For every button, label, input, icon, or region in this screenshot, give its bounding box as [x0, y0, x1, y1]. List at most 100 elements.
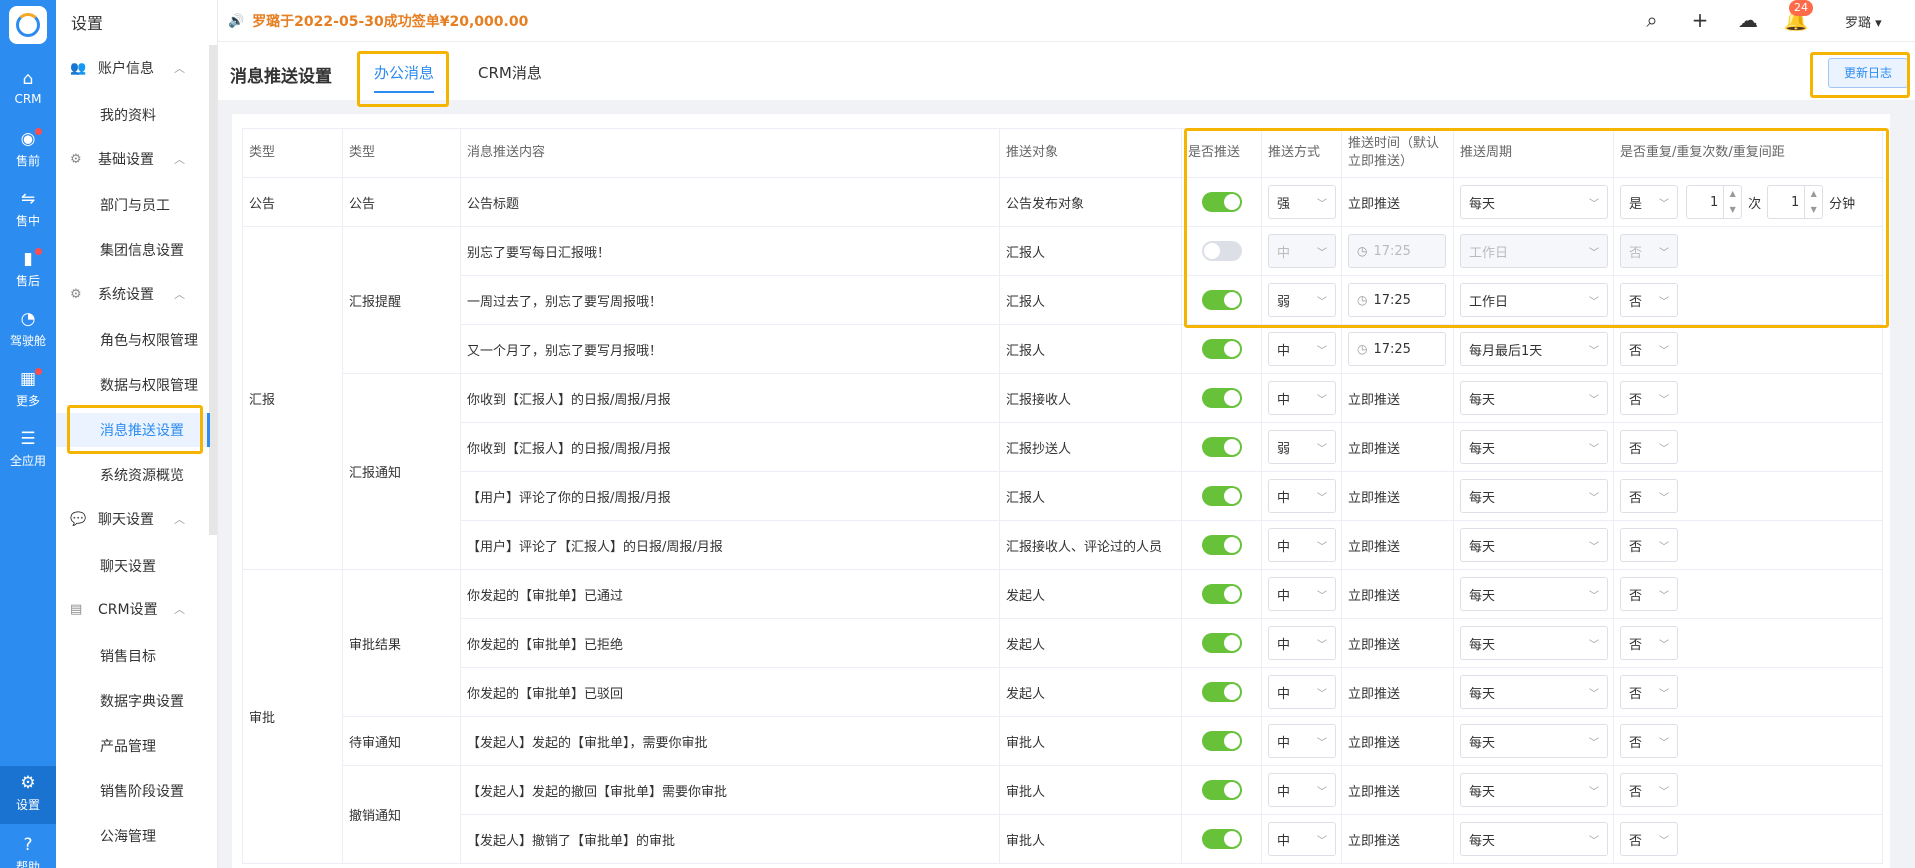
sidebar-group-crm[interactable]: ▤ CRM设置 ︿	[56, 592, 210, 626]
push-mode-select[interactable]: 中 ﹀	[1268, 773, 1336, 807]
update-log-button[interactable]: 更新日志	[1828, 58, 1908, 88]
push-cycle-select[interactable]: 每天 ﹀	[1460, 626, 1608, 660]
push-mode-select[interactable]: 中 ﹀	[1268, 528, 1336, 562]
sidebar-item-sales-target[interactable]: 销售目标	[56, 639, 210, 673]
rail-item-aftersale[interactable]: ▮ 售后	[0, 242, 56, 300]
push-mode-select[interactable]: 中 ﹀	[1268, 381, 1336, 415]
push-toggle[interactable]	[1201, 682, 1242, 702]
push-cycle-select[interactable]: 工作日 ﹀	[1460, 234, 1608, 268]
push-time-picker[interactable]: ◷ 17:25	[1348, 332, 1446, 366]
sidebar-group-basic[interactable]: ⚙ 基础设置 ︿	[56, 142, 210, 176]
push-cycle-select[interactable]: 每天 ﹀	[1460, 479, 1608, 513]
push-mode-select[interactable]: 弱 ﹀	[1268, 283, 1336, 317]
push-toggle[interactable]	[1201, 731, 1242, 751]
repeat-select[interactable]: 否 ﹀	[1620, 332, 1678, 366]
push-mode-select[interactable]: 弱 ﹀	[1268, 430, 1336, 464]
push-cycle-select[interactable]: 每月最后1天 ﹀	[1460, 332, 1608, 366]
push-toggle[interactable]	[1201, 241, 1242, 261]
sidebar-item-profile[interactable]: 我的资料	[56, 98, 210, 132]
rail-item-cockpit[interactable]: ◔ 驾驶舱	[0, 302, 56, 360]
rail-item-all-apps[interactable]: ☰ 全应用	[0, 422, 56, 480]
rail-item-settings[interactable]: ⚙ 设置	[0, 766, 56, 824]
repeat-count-stepper[interactable]: 1 ▲ ▼	[1686, 185, 1743, 219]
sidebar-item-chat-settings[interactable]: 聊天设置	[56, 549, 210, 583]
deal-notice[interactable]: 🔊 罗璐于2022-05-30成功签单¥20,000.00	[228, 11, 528, 31]
push-time-picker[interactable]: ◷ 17:25	[1348, 234, 1446, 268]
repeat-select[interactable]: 否 ﹀	[1620, 528, 1678, 562]
push-cycle-select[interactable]: 每天 ﹀	[1460, 724, 1608, 758]
push-cycle-select[interactable]: 每天 ﹀	[1460, 822, 1608, 856]
repeat-select[interactable]: 否 ﹀	[1620, 430, 1678, 464]
sidebar-item-group-info[interactable]: 集团信息设置	[56, 233, 210, 267]
rail-item-help[interactable]: ? 帮助	[0, 830, 56, 868]
push-toggle[interactable]	[1201, 780, 1242, 800]
repeat-select[interactable]: 否 ﹀	[1620, 675, 1678, 709]
stepper-arrows-icon[interactable]: ▲ ▼	[1804, 186, 1822, 218]
push-cycle-select[interactable]: 每天 ﹀	[1460, 528, 1608, 562]
rail-item-crm[interactable]: ⌂ CRM	[0, 62, 56, 120]
user-menu[interactable]: 罗璐 ▾	[1845, 12, 1882, 31]
push-mode-select[interactable]: 中 ﹀	[1268, 822, 1336, 856]
tab-crm-messages[interactable]: CRM消息	[478, 62, 542, 83]
push-cycle-select[interactable]: 工作日 ﹀	[1460, 283, 1608, 317]
push-toggle[interactable]	[1201, 535, 1242, 555]
repeat-select[interactable]: 否 ﹀	[1620, 479, 1678, 513]
push-mode-select[interactable]: 强 ﹀	[1268, 185, 1336, 219]
sidebar-group-chat[interactable]: 💬 聊天设置 ︿	[56, 502, 210, 536]
repeat-select[interactable]: 是 ﹀	[1620, 185, 1678, 219]
sidebar-group-system[interactable]: ⚙ 系统设置 ︿	[56, 277, 210, 311]
push-time-picker[interactable]: ◷ 17:25	[1348, 283, 1446, 317]
plus-icon[interactable]: +	[1686, 6, 1714, 34]
repeat-select[interactable]: 否 ﹀	[1620, 577, 1678, 611]
push-cycle-select[interactable]: 每天 ﹀	[1460, 577, 1608, 611]
app-logo[interactable]	[9, 6, 47, 44]
push-toggle[interactable]	[1201, 388, 1242, 408]
rail-item-insale[interactable]: ⇋ 售中	[0, 182, 56, 240]
sidebar-item-data-permissions[interactable]: 数据与权限管理	[56, 368, 210, 402]
repeat-select[interactable]: 否 ﹀	[1620, 626, 1678, 660]
push-mode-select[interactable]: 中 ﹀	[1268, 626, 1336, 660]
repeat-interval-stepper[interactable]: 1 ▲ ▼	[1767, 185, 1824, 219]
sidebar-group-account[interactable]: 👥 账户信息 ︿	[56, 51, 210, 85]
sidebar-item-roles[interactable]: 角色与权限管理	[56, 323, 210, 357]
sidebar-item-resources[interactable]: 系统资源概览	[56, 458, 210, 492]
sidebar-item-products[interactable]: 产品管理	[56, 729, 210, 763]
repeat-select[interactable]: 否 ﹀	[1620, 822, 1678, 856]
repeat-select[interactable]: 否 ﹀	[1620, 724, 1678, 758]
rail-item-more[interactable]: ▦ 更多	[0, 362, 56, 420]
repeat-select[interactable]: 否 ﹀	[1620, 381, 1678, 415]
push-toggle[interactable]	[1201, 829, 1242, 849]
stepper-arrows-icon[interactable]: ▲ ▼	[1723, 186, 1741, 218]
push-mode-select[interactable]: 中 ﹀	[1268, 332, 1336, 366]
push-cycle-select[interactable]: 每天 ﹀	[1460, 381, 1608, 415]
repeat-select[interactable]: 否 ﹀	[1620, 283, 1678, 317]
cloud-download-icon[interactable]: ☁	[1734, 6, 1762, 34]
push-mode-select[interactable]: 中 ﹀	[1268, 577, 1336, 611]
push-cycle-select[interactable]: 每天 ﹀	[1460, 675, 1608, 709]
push-toggle[interactable]	[1201, 192, 1242, 212]
sidebar-item-departments[interactable]: 部门与员工	[56, 188, 210, 222]
sidebar-item-dictionary[interactable]: 数据字典设置	[56, 684, 210, 718]
sidebar-item-message-push[interactable]: 消息推送设置	[56, 413, 210, 447]
push-mode-select[interactable]: 中 ﹀	[1268, 234, 1336, 268]
tab-office-messages[interactable]: 办公消息	[374, 62, 435, 93]
repeat-select[interactable]: 否 ﹀	[1620, 234, 1678, 268]
push-cycle-select[interactable]: 每天 ﹀	[1460, 430, 1608, 464]
push-cycle-select[interactable]: 每天 ﹀	[1460, 773, 1608, 807]
repeat-select[interactable]: 否 ﹀	[1620, 773, 1678, 807]
push-toggle[interactable]	[1201, 290, 1242, 310]
sidebar-item-public-pool[interactable]: 公海管理	[56, 819, 210, 853]
push-toggle[interactable]	[1201, 339, 1242, 359]
push-cycle-select[interactable]: 每天 ﹀	[1460, 185, 1608, 219]
push-toggle[interactable]	[1201, 633, 1242, 653]
push-toggle[interactable]	[1201, 486, 1242, 506]
search-icon[interactable]: ⌕	[1638, 6, 1666, 34]
sidebar-scrollbar[interactable]	[209, 45, 217, 535]
rail-item-presale[interactable]: ◉ 售前	[0, 122, 56, 180]
push-mode-select[interactable]: 中 ﹀	[1268, 479, 1336, 513]
push-toggle[interactable]	[1201, 437, 1242, 457]
sidebar-item-sales-stages[interactable]: 销售阶段设置	[56, 774, 210, 808]
push-mode-select[interactable]: 中 ﹀	[1268, 724, 1336, 758]
push-mode-select[interactable]: 中 ﹀	[1268, 675, 1336, 709]
push-toggle[interactable]	[1201, 584, 1242, 604]
